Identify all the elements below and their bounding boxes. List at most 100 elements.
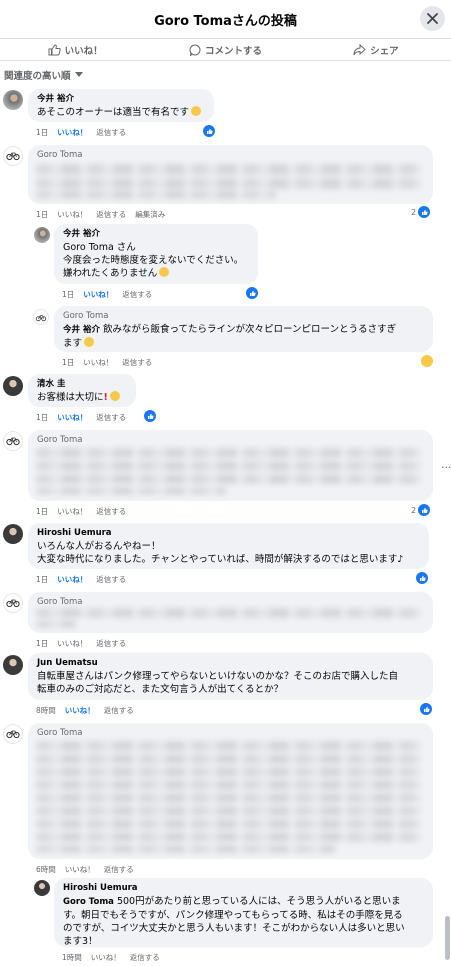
comment-time[interactable]: 1日 [36,209,48,220]
like-reaction-icon[interactable] [416,572,428,584]
comment-reply-link[interactable]: 返信する [104,864,134,875]
comment-meta: 1日 いいね！ 返信する [36,638,126,649]
comment-like-link[interactable]: いいね！ [57,127,87,138]
comment-like-link[interactable]: いいね！ [91,952,121,963]
mention-link[interactable]: Goro Toma [63,897,114,907]
haha-reaction-icon[interactable] [421,355,433,367]
comment-like-link[interactable]: いいね！ [57,209,87,220]
comment-reply-link[interactable]: 返信する [130,952,160,963]
avatar[interactable] [3,524,23,544]
avatar-logo[interactable] [3,593,23,613]
blurred-comment-text [36,754,421,764]
comment-text-wrap: お客様は大切に! [37,391,127,404]
comment-time[interactable]: 1日 [36,638,48,649]
comment-author[interactable]: 今井 裕介 [37,93,205,106]
sort-dropdown[interactable]: 関連度の高い順 [4,68,83,82]
scrollbar[interactable] [445,916,450,960]
comment-reply-link[interactable]: 返信する [96,127,126,138]
comment-time[interactable]: 1日 [36,127,48,138]
share-action-label: シェア [370,45,399,57]
avatar[interactable] [3,90,23,110]
comment-reply-link[interactable]: 返信する [122,357,152,368]
comment-like-link[interactable]: いいね！ [57,506,87,517]
bicycle-logo-icon [6,152,20,161]
like-reaction-icon[interactable] [246,287,258,299]
thumbs-up-icon [48,43,61,55]
comment-time[interactable]: 1日 [62,357,74,368]
comment-author[interactable]: 今井 裕介 [63,228,249,241]
comment-like-link[interactable]: いいね！ [57,638,87,649]
comment-bubble: Hiroshi Uemura Goro Toma 500円があたり前と思っている… [54,878,433,947]
blurred-comment-text [36,608,421,618]
comment-bubble: 清水 圭 お客様は大切に! [28,374,136,407]
comment-reply-link[interactable]: 返信する [96,506,126,517]
comment-text: ます [63,338,83,349]
comment-action-button[interactable]: コメントする [150,39,300,60]
comment-reply-link[interactable]: 返信する [104,705,134,716]
edited-label[interactable]: 編集済み [135,209,165,220]
comment-author[interactable]: Hiroshi Uemura [63,882,424,895]
blurred-comment-text [36,780,421,790]
close-button[interactable] [420,6,445,31]
like-reaction-icon[interactable] [203,125,215,137]
comment-like-link[interactable]: いいね！ [83,357,113,368]
comment-time[interactable]: 1日 [36,574,48,585]
like-action-label: いいね！ [64,45,103,57]
avatar[interactable] [34,880,50,896]
comment-bubble: Goro Toma [28,145,433,204]
comment-author[interactable]: Hiroshi Uemura [37,527,420,540]
comment-reply-link[interactable]: 返信する [96,574,126,585]
comment-meta: 1日 いいね！ 返信する [62,289,152,300]
comment-reply-link[interactable]: 返信する [96,209,126,220]
blurred-comment-text [36,620,76,628]
comment-like-link[interactable]: いいね！ [83,289,113,300]
comment-time[interactable]: 1時間 [62,952,82,963]
avatar-logo[interactable] [33,309,49,325]
more-options-icon[interactable]: ··· [441,461,451,474]
comment-author[interactable]: Goro Toma [37,434,424,447]
comment-like-link[interactable]: いいね！ [65,705,95,716]
comment-author[interactable]: Goro Toma [37,727,424,740]
avatar[interactable] [34,227,50,243]
comment-text: 自転車屋さんはパンク修理ってやらないといけないのかな？そこのお店で購入した自 [37,671,399,682]
comment-time[interactable]: 6時間 [36,864,56,875]
comment-bubble: Goro Toma [28,723,433,859]
comment-time[interactable]: 8時間 [36,705,56,716]
avatar-logo[interactable] [3,146,23,166]
like-reaction-icon[interactable] [144,410,156,422]
comment-time[interactable]: 1日 [36,506,48,517]
comment-reply-link[interactable]: 返信する [122,289,152,300]
comment-like-link[interactable]: いいね！ [57,412,87,423]
comment-author[interactable]: Goro Toma [37,149,424,162]
comment-like-link[interactable]: いいね！ [57,574,87,585]
comment-like-link[interactable]: いいね！ [65,864,95,875]
comment-reply-link[interactable]: 返信する [96,638,126,649]
comment-text: Goro Toma さん [63,242,136,253]
share-action-button[interactable]: シェア [301,39,451,60]
comment-text-wrap: 嫌われたくありません [63,267,249,280]
blurred-comment-text [36,474,421,484]
comment-author[interactable]: 清水 圭 [37,378,127,391]
avatar-logo[interactable] [3,431,23,451]
avatar-logo[interactable] [3,724,23,744]
comment-bubble: Jun Uematsu 自転車屋さんはパンク修理ってやらないといけないのかな？そ… [28,653,433,700]
avatar[interactable] [3,655,23,675]
mention-link[interactable]: 今井 裕介 [63,325,100,335]
comment-time[interactable]: 1日 [36,412,48,423]
comment-author[interactable]: Goro Toma [63,310,424,323]
like-action-button[interactable]: いいね！ [0,39,150,60]
comment-bubble: 今井 裕介 あそこのオーナーは適当で有名です [28,89,214,122]
like-reaction-icon[interactable] [420,703,432,715]
comment-text: お客様は大切に [37,392,104,403]
avatar[interactable] [3,376,23,396]
blurred-comment-text [36,832,421,842]
blurred-comment-text [36,767,421,777]
comment-action-label: コメントする [204,45,262,57]
comment-text: あそこのオーナーは適当で有名です [37,107,190,118]
reaction-count[interactable]: 2 [411,504,431,516]
comment-bubble: 今井 裕介 Goro Toma さん 今度会った時態度を変えないでください。 嫌… [54,224,258,284]
comment-time[interactable]: 1日 [62,289,74,300]
comment-reply-link[interactable]: 返信する [96,412,126,423]
reaction-count[interactable]: 2 [411,206,431,218]
comment-author[interactable]: Jun Uematsu [37,657,424,670]
